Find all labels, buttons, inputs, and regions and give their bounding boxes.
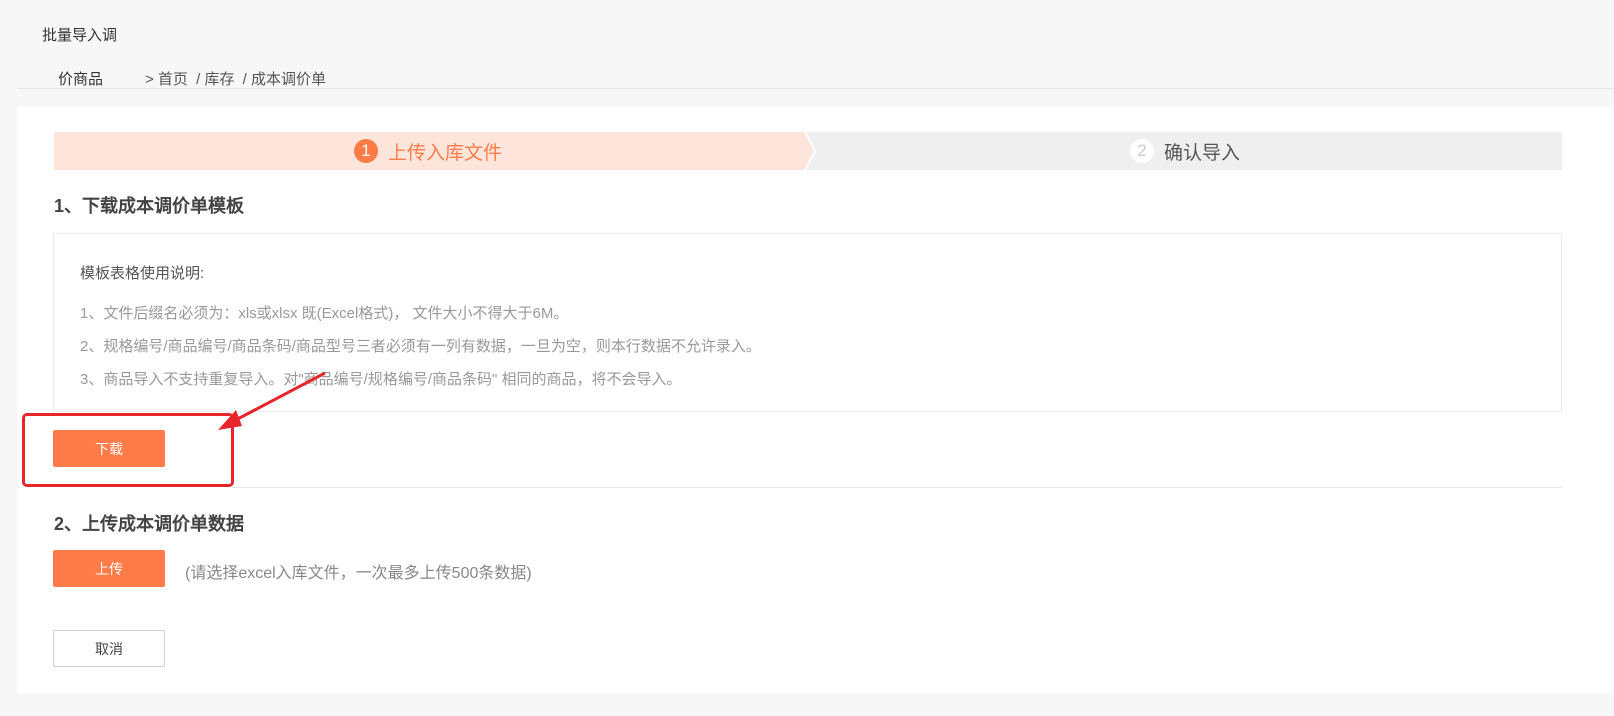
cancel-button[interactable]: 取消: [53, 630, 165, 667]
page-title-line2: 价商品: [58, 71, 104, 88]
step-number-badge: 2: [1130, 139, 1154, 163]
section-upload-title: 2、上传成本调价单数据: [54, 514, 245, 534]
breadcrumb-inventory[interactable]: / 库存: [196, 71, 234, 88]
breadcrumb-home[interactable]: > 首页: [145, 71, 188, 88]
annotation-highlight-box: [22, 413, 234, 487]
breadcrumb: > 首页 / 库存 / 成本调价单: [145, 68, 330, 89]
page-title-line1: 批量导入调: [42, 27, 118, 44]
breadcrumb-cost-adjust: / 成本调价单: [242, 71, 326, 88]
section-download-title: 1、下载成本调价单模板: [54, 196, 245, 216]
template-instructions: 模板表格使用说明: 1、文件后缀名必须为：xls或xlsx 既(Excel格式)…: [53, 233, 1562, 412]
step-upload: 1 上传入库文件: [54, 132, 814, 170]
header-divider: [18, 88, 1614, 89]
step-label: 确认导入: [1164, 142, 1241, 164]
step-label: 上传入库文件: [388, 142, 503, 164]
upload-hint: (请选择excel入库文件，一次最多上传500条数据): [185, 565, 532, 582]
instruction-line: 2、规格编号/商品编号/商品条码/商品型号三者必须有一列有数据，一旦为空，则本行…: [80, 338, 761, 355]
instructions-title: 模板表格使用说明:: [80, 265, 205, 282]
upload-button[interactable]: 上传: [53, 550, 165, 587]
instruction-line: 3、商品导入不支持重复导入。对"商品编号/规格编号/商品条码" 相同的商品，将不…: [80, 371, 682, 388]
step-confirm: 2 确认导入: [806, 132, 1562, 170]
section-divider: [232, 487, 1562, 488]
step-number-badge: 1: [354, 139, 378, 163]
step-progress: 1 上传入库文件 2 确认导入: [54, 132, 1562, 170]
instruction-line: 1、文件后缀名必须为：xls或xlsx 既(Excel格式)， 文件大小不得大于…: [80, 305, 569, 322]
